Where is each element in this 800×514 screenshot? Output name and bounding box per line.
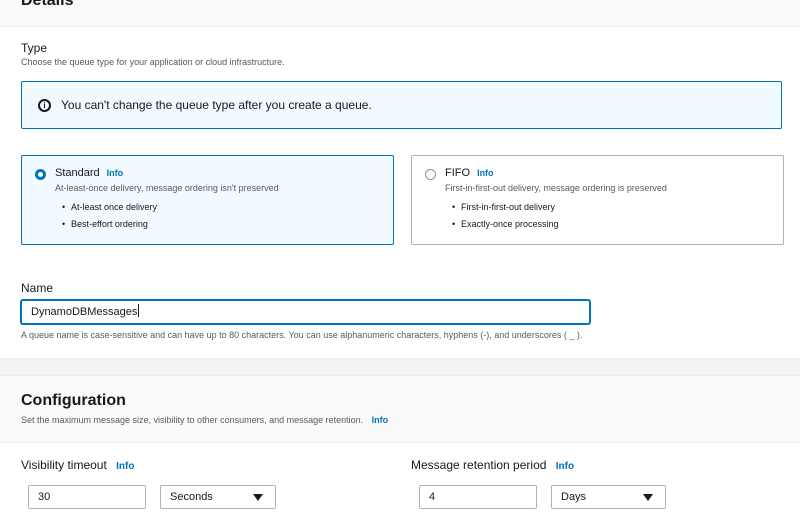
standard-radio[interactable] xyxy=(35,169,46,180)
visibility-timeout-label-row: Visibility timeout Info xyxy=(21,458,134,472)
message-retention-label-row: Message retention period Info xyxy=(411,458,574,472)
configuration-panel: Configuration Set the maximum message si… xyxy=(0,375,800,514)
details-title: Details xyxy=(21,0,74,9)
message-retention-unit: Days xyxy=(561,491,587,503)
fifo-bullets: First-in-first-out delivery Exactly-once… xyxy=(452,199,559,233)
fifo-description: First-in-first-out delivery, message ord… xyxy=(445,183,667,193)
fifo-queue-option[interactable]: FIFO Info First-in-first-out delivery, me… xyxy=(411,155,784,245)
type-label: Type xyxy=(21,41,48,55)
queue-name-input[interactable]: DynamoDBMessages xyxy=(21,300,590,324)
list-item: Exactly-once processing xyxy=(452,216,559,233)
configuration-description: Set the maximum message size, visibility… xyxy=(21,415,364,425)
info-circle-icon: i xyxy=(38,99,51,112)
visibility-timeout-input[interactable]: 30 xyxy=(28,485,146,509)
alert-text: You can't change the queue type after yo… xyxy=(61,98,372,112)
fifo-radio[interactable] xyxy=(425,169,436,180)
standard-title-row: Standard Info xyxy=(55,167,123,179)
queue-name-value: DynamoDBMessages xyxy=(31,306,138,318)
name-label: Name xyxy=(21,281,54,295)
standard-queue-option[interactable]: Standard Info At-least-once delivery, mes… xyxy=(21,155,394,245)
fifo-title-row: FIFO Info xyxy=(445,167,494,179)
message-retention-input[interactable]: 4 xyxy=(419,485,537,509)
configuration-title: Configuration xyxy=(21,392,126,409)
list-item: At-least once delivery xyxy=(62,199,157,216)
details-header: Details xyxy=(0,0,800,27)
list-item: Best-effort ordering xyxy=(62,216,157,233)
details-panel: Details Type Choose the queue type for y… xyxy=(0,0,800,359)
visibility-timeout-unit: Seconds xyxy=(170,491,213,503)
fifo-title: FIFO xyxy=(445,167,471,179)
standard-info-link[interactable]: Info xyxy=(107,168,124,178)
list-item: First-in-first-out delivery xyxy=(452,199,559,216)
caret-down-icon xyxy=(253,494,263,501)
caret-down-icon xyxy=(643,494,653,501)
visibility-timeout-label: Visibility timeout xyxy=(21,458,107,472)
name-constraint: A queue name is case-sensitive and can h… xyxy=(21,330,583,340)
visibility-timeout-unit-select[interactable]: Seconds xyxy=(160,485,276,509)
configuration-header: Configuration Set the maximum message si… xyxy=(0,376,800,443)
message-retention-unit-select[interactable]: Days xyxy=(551,485,666,509)
configuration-info-link[interactable]: Info xyxy=(372,415,389,425)
configuration-description-row: Set the maximum message size, visibility… xyxy=(21,415,388,425)
message-retention-label: Message retention period xyxy=(411,458,547,472)
queue-type-alert: i You can't change the queue type after … xyxy=(21,81,782,129)
visibility-timeout-info-link[interactable]: Info xyxy=(116,461,134,472)
message-retention-info-link[interactable]: Info xyxy=(556,461,574,472)
standard-bullets: At-least once delivery Best-effort order… xyxy=(62,199,157,233)
standard-title: Standard xyxy=(55,167,100,179)
text-caret xyxy=(138,304,140,317)
fifo-info-link[interactable]: Info xyxy=(477,168,494,178)
standard-description: At-least-once delivery, message ordering… xyxy=(55,183,279,193)
type-description: Choose the queue type for your applicati… xyxy=(21,57,285,67)
